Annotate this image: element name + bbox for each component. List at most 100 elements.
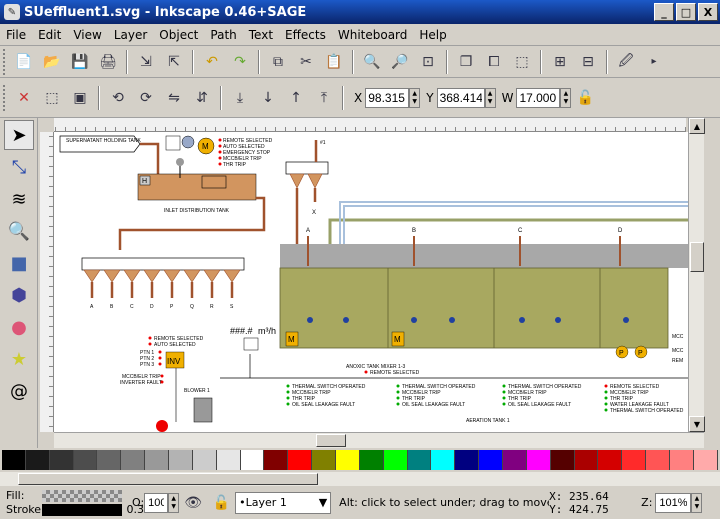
palette-swatch[interactable] [240, 450, 265, 470]
flip-horizontal-icon[interactable]: ⇋ [162, 86, 186, 110]
y-spinner[interactable]: ▲ ▼ [484, 87, 496, 108]
paste-icon[interactable]: 📋 [322, 50, 346, 74]
palette-swatch[interactable] [693, 450, 718, 470]
opacity-spinner[interactable]: ▲ ▼ [168, 492, 180, 513]
palette-swatch[interactable] [670, 450, 694, 470]
palette-swatch[interactable] [503, 450, 527, 470]
menu-text[interactable]: Text [243, 28, 279, 42]
deselect-icon[interactable]: ✕ [12, 86, 36, 110]
palette-swatch[interactable] [192, 450, 217, 470]
rotate-ccw-icon[interactable]: ⟲ [106, 86, 130, 110]
vertical-ruler[interactable] [40, 132, 54, 432]
palette-swatch[interactable] [574, 450, 599, 470]
ungroup-icon[interactable]: ⊟ [576, 50, 600, 74]
minimize-button[interactable]: _ [654, 3, 674, 21]
palette-swatch[interactable] [288, 450, 313, 470]
palette-swatch[interactable] [383, 450, 408, 470]
palette-swatch[interactable] [598, 450, 623, 470]
vertical-scroll-thumb[interactable] [690, 242, 704, 272]
copy-icon[interactable]: ⧉ [266, 50, 290, 74]
palette-swatch[interactable] [264, 450, 289, 470]
palette-swatch[interactable] [646, 450, 671, 470]
lock-icon[interactable]: 🔓 [209, 491, 233, 515]
menu-whiteboard[interactable]: Whiteboard [332, 28, 414, 42]
ellipse-tool-icon[interactable]: ● [4, 312, 34, 342]
export-icon[interactable]: ⇱ [162, 50, 186, 74]
menu-view[interactable]: View [67, 28, 107, 42]
palette-swatch[interactable] [479, 450, 504, 470]
fill-swatch[interactable] [42, 489, 122, 502]
palette-swatch[interactable] [550, 450, 575, 470]
star-tool-icon[interactable]: ★ [4, 344, 34, 374]
palette-swatch[interactable] [359, 450, 384, 470]
flip-vertical-icon[interactable]: ⇵ [190, 86, 214, 110]
save-file-icon[interactable]: 💾 [68, 50, 92, 74]
unlink-clone-icon[interactable]: ⬚ [510, 50, 534, 74]
horizontal-ruler[interactable] [54, 118, 686, 132]
zoom-page-icon[interactable]: ⊡ [416, 50, 440, 74]
y-input[interactable] [436, 87, 485, 108]
menu-path[interactable]: Path [204, 28, 242, 42]
cut-icon[interactable]: ✂ [294, 50, 318, 74]
horizontal-scroll-thumb[interactable] [316, 434, 346, 447]
palette-swatch[interactable] [216, 450, 241, 470]
vertical-scrollbar[interactable]: ▲ ▼ [688, 118, 705, 432]
tweak-tool-icon[interactable]: ≋ [4, 184, 34, 214]
zoom-input[interactable] [655, 492, 692, 513]
lock-icon[interactable]: 🔓 [573, 86, 597, 110]
rotate-cw-icon[interactable]: ⟳ [134, 86, 158, 110]
chevron-right-icon[interactable]: ▸ [642, 50, 666, 74]
palette-swatch[interactable] [622, 450, 647, 470]
raise-icon[interactable]: ↑ [284, 86, 308, 110]
undo-icon[interactable]: ↶ [200, 50, 224, 74]
zoom-tool-icon[interactable]: 🔍 [4, 216, 34, 246]
drawing-canvas[interactable]: SUPERNATANT HOLDING TANK H M INLET DISTR… [54, 132, 688, 432]
zoom-spinner[interactable]: ▲ ▼ [691, 492, 703, 513]
palette-scrollbar[interactable] [0, 472, 720, 486]
toolbar-grip[interactable] [3, 48, 7, 75]
toolbar-grip[interactable] [3, 84, 7, 111]
select-all-icon[interactable]: ⬚ [40, 86, 64, 110]
menu-effects[interactable]: Effects [279, 28, 332, 42]
3d-box-tool-icon[interactable]: ⬢ [4, 280, 34, 310]
menu-help[interactable]: Help [413, 28, 452, 42]
palette-swatch[interactable] [312, 450, 337, 470]
raise-top-icon[interactable]: ⤒ [312, 86, 336, 110]
maximize-button[interactable]: □ [676, 3, 696, 21]
palette-swatch[interactable] [25, 450, 50, 470]
menu-object[interactable]: Object [153, 28, 204, 42]
node-tool-icon[interactable]: ⤡ [4, 152, 34, 182]
group-icon[interactable]: ⊞ [548, 50, 572, 74]
opacity-input[interactable] [144, 492, 169, 513]
palette-swatch[interactable] [455, 450, 480, 470]
w-spinner[interactable]: ▲ ▼ [560, 87, 572, 108]
redo-icon[interactable]: ↷ [228, 50, 252, 74]
palette-swatch[interactable] [431, 450, 456, 470]
select-all-layers-icon[interactable]: ▣ [68, 86, 92, 110]
palette-swatch[interactable] [145, 450, 170, 470]
palette-swatch[interactable] [2, 450, 26, 470]
lower-icon[interactable]: ↓ [256, 86, 280, 110]
stroke-swatch[interactable]: 0.3 [42, 503, 144, 516]
process-diagram[interactable]: SUPERNATANT HOLDING TANK H M INLET DISTR… [54, 132, 688, 432]
scroll-up-icon[interactable]: ▲ [689, 118, 705, 134]
palette-scroll-thumb[interactable] [18, 473, 318, 485]
horizontal-scrollbar[interactable] [54, 432, 704, 448]
x-spinner[interactable]: ▲ ▼ [409, 87, 421, 108]
duplicate-icon[interactable]: ❐ [454, 50, 478, 74]
eye-icon[interactable]: 👁 [181, 491, 205, 515]
print-icon[interactable]: 🖨 [96, 50, 120, 74]
w-input[interactable] [516, 87, 561, 108]
zoom-drawing-icon[interactable]: 🔎 [388, 50, 412, 74]
selector-tool-icon[interactable]: ➤ [4, 120, 34, 150]
menu-file[interactable]: File [0, 28, 32, 42]
stroke-width-value[interactable]: 0.3 [127, 503, 145, 517]
palette-swatch[interactable] [121, 450, 146, 470]
menu-layer[interactable]: Layer [108, 28, 153, 42]
rectangle-tool-icon[interactable]: ■ [4, 248, 34, 278]
palette-swatch[interactable] [407, 450, 432, 470]
fill-stroke-icon[interactable]: 🖉 [614, 50, 638, 74]
lower-bottom-icon[interactable]: ⤓ [228, 86, 252, 110]
palette-swatch[interactable] [49, 450, 74, 470]
palette-swatch[interactable] [169, 450, 193, 470]
